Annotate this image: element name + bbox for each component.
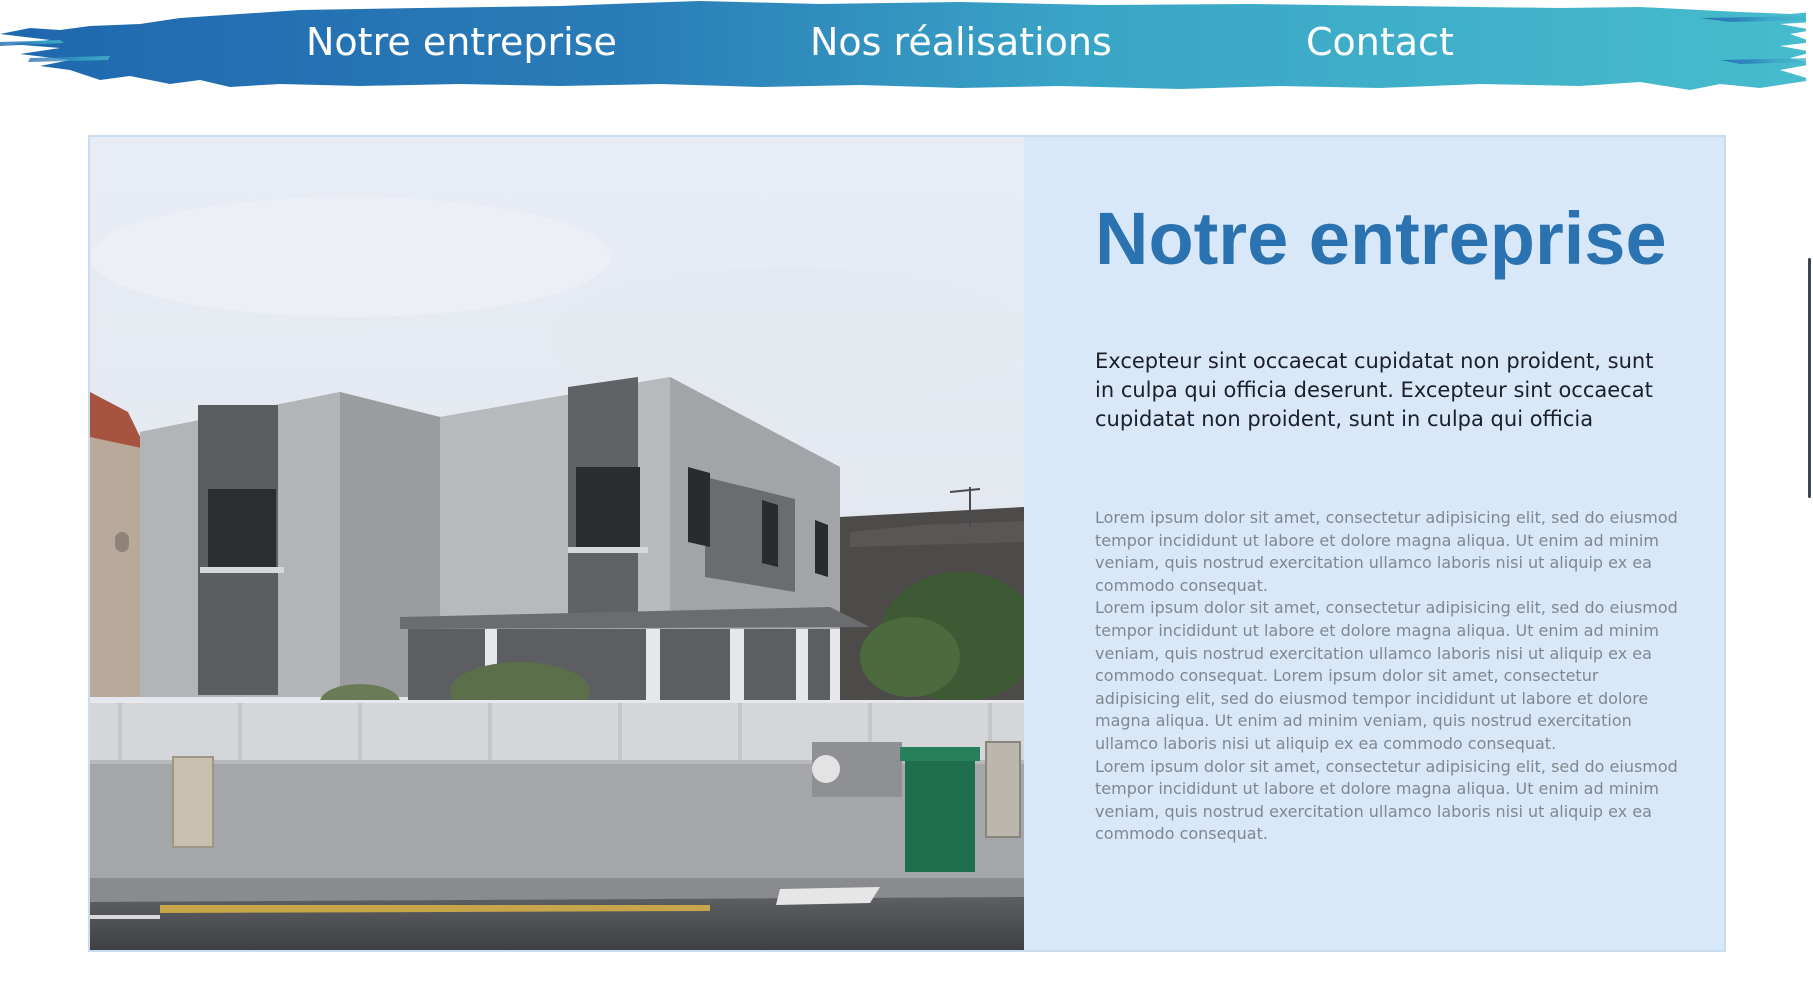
nav-links: Notre entreprise Nos réalisations Contac…	[0, 0, 1813, 88]
body-paragraph: Lorem ipsum dolor sit amet, consectetur …	[1095, 598, 1678, 753]
house-photo	[90, 137, 1024, 950]
page-scrollbar[interactable]	[1806, 0, 1813, 1007]
body-paragraph: Lorem ipsum dolor sit amet, consectetur …	[1095, 756, 1678, 844]
section-title: Notre entreprise	[1095, 197, 1667, 280]
nav-link-notre-entreprise[interactable]: Notre entreprise	[306, 18, 617, 66]
main-navigation: Notre entreprise Nos réalisations Contac…	[0, 0, 1813, 96]
nav-link-contact[interactable]: Contact	[1306, 18, 1454, 66]
about-section: Notre entreprise Excepteur sint occaecat…	[88, 135, 1726, 952]
body-text: Lorem ipsum dolor sit amet, consectetur …	[1095, 507, 1685, 846]
nav-link-nos-realisations[interactable]: Nos réalisations	[810, 18, 1112, 66]
lead-paragraph: Excepteur sint occaecat cupidatat non pr…	[1095, 349, 1654, 431]
scrollbar-thumb[interactable]	[1808, 258, 1811, 498]
body-paragraph: Lorem ipsum dolor sit amet, consectetur …	[1095, 508, 1678, 595]
